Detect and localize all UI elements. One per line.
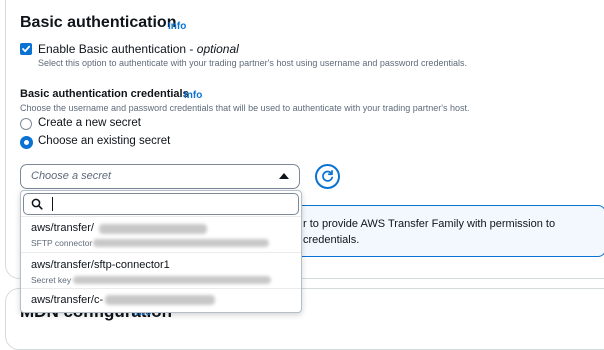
checkbox-description: Select this option to authenticate with …	[38, 58, 467, 68]
text-cursor	[52, 197, 53, 211]
dropdown-search-input[interactable]	[23, 193, 299, 215]
refresh-icon	[322, 170, 334, 182]
section-title: Basic authentication	[20, 14, 177, 31]
credentials-title: Basic authentication credentials	[20, 88, 189, 100]
check-icon	[22, 45, 31, 53]
radio-create-new-label[interactable]: Create a new secret	[38, 117, 141, 129]
credentials-description: Choose the username and password credent…	[20, 103, 470, 113]
redacted-text	[93, 239, 269, 247]
redacted-text	[73, 276, 271, 284]
secret-select-placeholder: Choose a secret	[31, 170, 112, 182]
search-icon	[31, 198, 43, 210]
dropdown-option[interactable]: aws/transfer/sftp-connector1 Secret key	[21, 252, 301, 289]
enable-basic-auth-checkbox[interactable]	[20, 43, 32, 55]
option-label: aws/transfer/sftp-connector1	[31, 259, 170, 271]
radio-choose-existing-secret[interactable]	[20, 136, 33, 149]
redacted-text	[105, 295, 215, 305]
radio-create-new-secret[interactable]	[20, 118, 32, 130]
checkbox-label: Enable Basic authentication - optional	[38, 42, 239, 56]
option-description: Secret key	[31, 275, 72, 285]
caret-up-icon	[279, 173, 289, 179]
secret-select[interactable]: Choose a secret	[20, 164, 300, 189]
refresh-button[interactable]	[315, 164, 340, 189]
secret-dropdown: aws/transfer/ SFTP connector aws/transfe…	[20, 190, 302, 313]
credentials-info-link[interactable]: Info	[184, 90, 202, 101]
option-label: aws/transfer/c-	[31, 294, 104, 306]
dropdown-option[interactable]: aws/transfer/ SFTP connector	[21, 216, 301, 253]
dropdown-option[interactable]: aws/transfer/c-	[21, 288, 301, 312]
redacted-text	[99, 224, 207, 234]
section-info-link[interactable]: Info	[168, 21, 186, 32]
option-label: aws/transfer/	[31, 222, 94, 234]
alert-text: r to provide AWS Transfer Family with pe…	[303, 218, 556, 246]
radio-choose-existing-label[interactable]: Choose an existing secret	[38, 135, 170, 147]
option-description: SFTP connector	[31, 238, 93, 248]
